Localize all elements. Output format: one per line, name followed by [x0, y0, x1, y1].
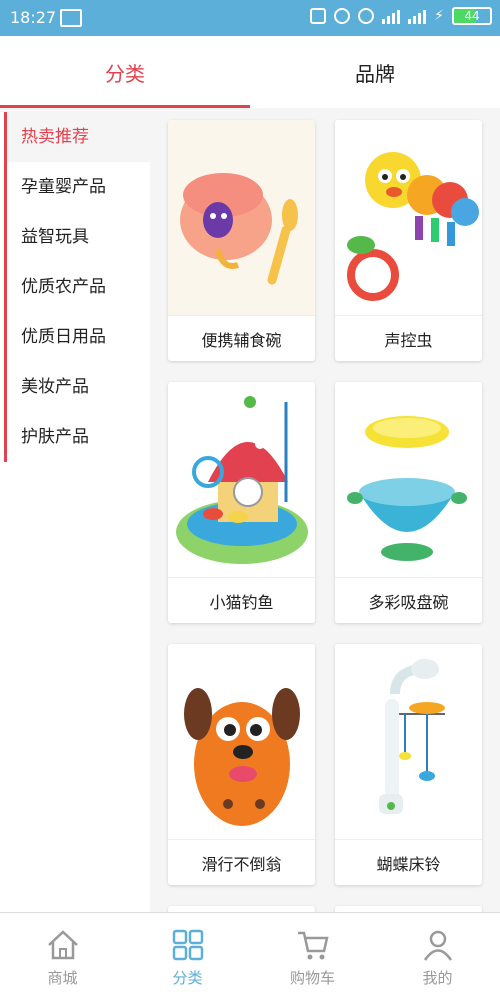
dog-tumbler-icon — [184, 688, 300, 826]
product-image — [168, 644, 315, 840]
product-card[interactable]: 蝴蝶床铃 — [335, 644, 482, 885]
sidebar-item-toys[interactable]: 益智玩具 — [7, 212, 153, 262]
product-name: 声控虫 — [335, 315, 482, 361]
nav-mall[interactable]: 商城 — [0, 913, 125, 1001]
battery-level: 44 — [464, 9, 480, 23]
category-list: 热卖推荐 孕童婴产品 益智玩具 优质农产品 优质日用品 美妆产品 护肤产品 — [4, 112, 153, 462]
status-icons: ⚡ 44 — [310, 7, 492, 25]
cart-icon — [297, 931, 329, 959]
crib-mobile-icon — [379, 659, 445, 814]
status-bar: 18:27 ⚡ 44 — [0, 0, 500, 36]
product-name: 多彩吸盘碗 — [335, 577, 482, 623]
grid-icon — [172, 929, 203, 960]
product-image — [168, 120, 315, 316]
product-card[interactable]: 多彩吸盘碗 — [335, 382, 482, 623]
home-icon — [47, 929, 78, 959]
sidebar-item-daily[interactable]: 优质日用品 — [7, 312, 153, 362]
tab-category[interactable]: 分类 — [0, 36, 250, 108]
alarm-icon — [334, 8, 351, 24]
product-card[interactable]: 便携辅食碗 — [168, 120, 315, 361]
bottom-nav: 商城 分类 购物车 我的 — [0, 912, 500, 1001]
notification-icon — [60, 9, 82, 27]
product-name: 蝴蝶床铃 — [335, 839, 482, 885]
wifi-icon — [358, 8, 375, 24]
nav-label: 商城 — [47, 968, 78, 987]
top-tab-bar: 分类 品牌 — [0, 36, 500, 108]
product-image — [168, 382, 315, 578]
nav-label: 分类 — [172, 968, 203, 987]
nav-category[interactable]: 分类 — [125, 913, 250, 1001]
product-name: 便携辅食碗 — [168, 315, 315, 361]
category-sidebar: 热卖推荐 孕童婴产品 益智玩具 优质农产品 优质日用品 美妆产品 护肤产品 — [0, 112, 153, 912]
sidebar-item-baby[interactable]: 孕童婴产品 — [7, 162, 153, 212]
sidebar-item-hot[interactable]: 热卖推荐 — [7, 112, 153, 162]
status-time: 18:27 — [10, 8, 57, 27]
sidebar-item-skincare[interactable]: 护肤产品 — [7, 412, 153, 462]
baby-bowl-icon — [180, 173, 298, 285]
signal-4g-icon — [408, 8, 427, 24]
signal-icon — [382, 8, 401, 24]
product-card[interactable]: 小猫钓鱼 — [168, 382, 315, 623]
product-image — [335, 644, 482, 840]
fishing-toy-icon — [176, 396, 308, 564]
suction-bowl-icon — [347, 416, 467, 561]
nav-label: 我的 — [422, 968, 453, 987]
user-icon — [423, 930, 452, 961]
tab-brand[interactable]: 品牌 — [250, 36, 500, 108]
product-image — [335, 382, 482, 578]
product-name: 小猫钓鱼 — [168, 577, 315, 623]
nav-cart[interactable]: 购物车 — [250, 913, 375, 1001]
vibrate-icon — [310, 8, 327, 24]
sidebar-item-farm[interactable]: 优质农产品 — [7, 262, 153, 312]
tab-active-indicator — [0, 105, 250, 108]
charging-icon: ⚡ — [434, 8, 444, 24]
product-card[interactable]: 滑行不倒翁 — [168, 644, 315, 885]
product-image — [335, 120, 482, 316]
sidebar-item-makeup[interactable]: 美妆产品 — [7, 362, 153, 412]
product-card[interactable]: 声控虫 — [335, 120, 482, 361]
product-name: 滑行不倒翁 — [168, 839, 315, 885]
nav-mine[interactable]: 我的 — [375, 913, 500, 1001]
nav-label: 购物车 — [289, 968, 335, 987]
caterpillar-toy-icon — [347, 152, 479, 301]
battery-icon: 44 — [452, 7, 492, 25]
